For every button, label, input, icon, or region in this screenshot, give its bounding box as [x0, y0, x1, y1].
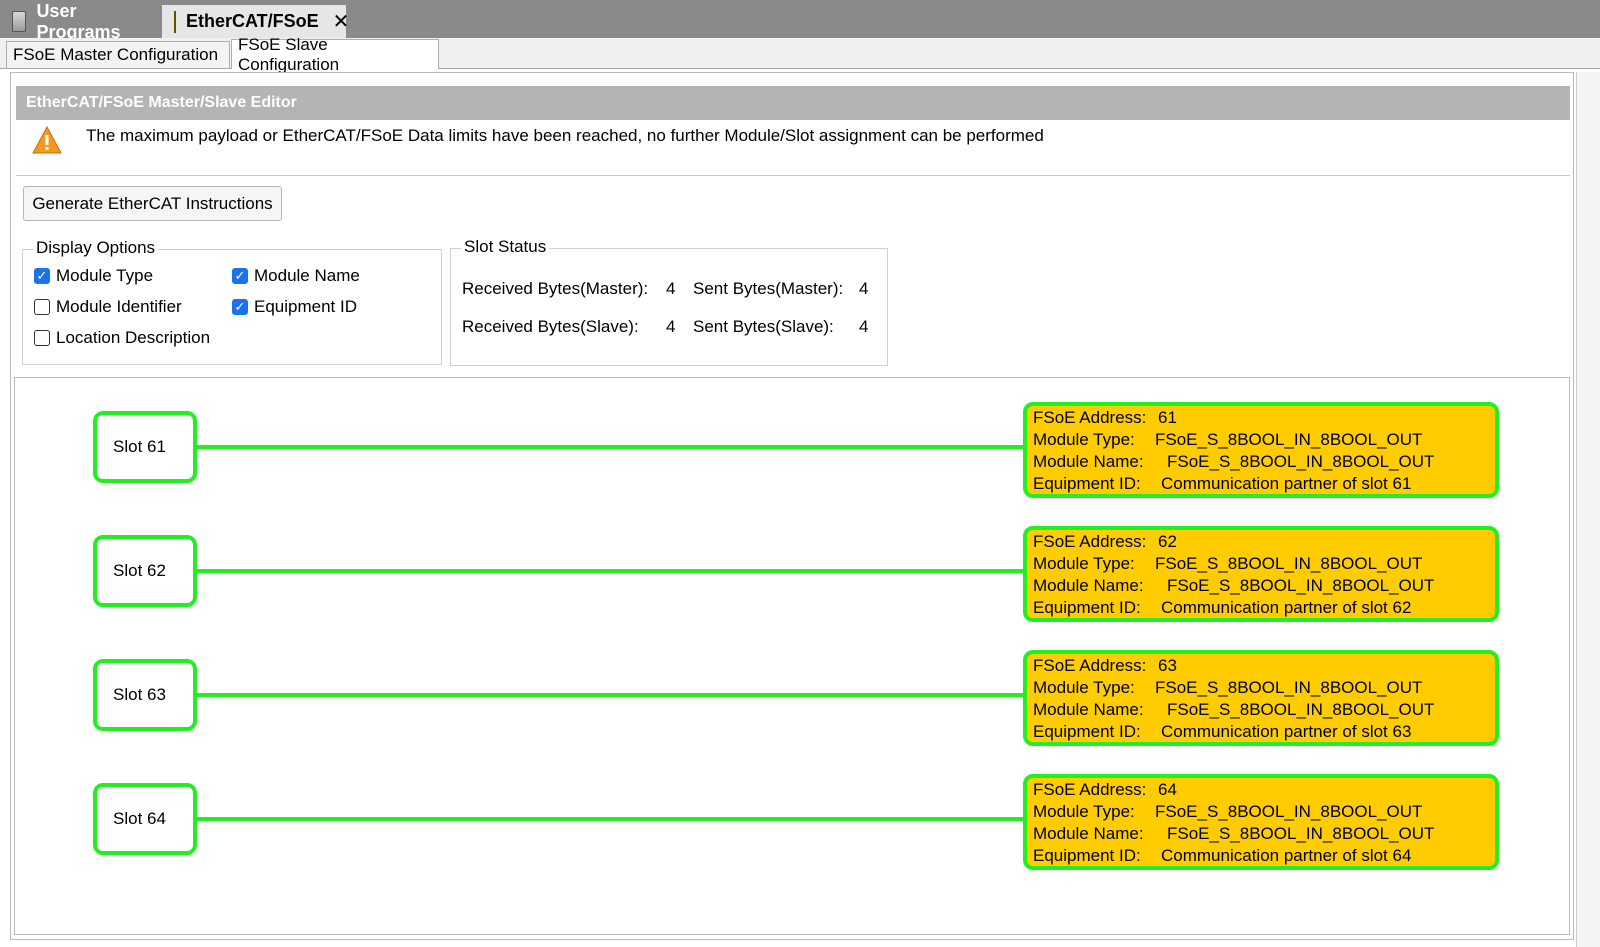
checkbox-equipment-id-label: Equipment ID — [254, 297, 357, 316]
checkbox-unchecked-icon[interactable] — [34, 330, 50, 346]
slot-node[interactable]: Slot 61 — [93, 411, 197, 483]
equipment-id-value: Communication partner of slot 61 — [1161, 474, 1412, 493]
slot-status-group: Slot Status Received Bytes(Master): 4 Se… — [450, 237, 888, 366]
module-name-value: FSoE_S_8BOOL_IN_8BOOL_OUT — [1167, 452, 1435, 471]
equipment-id-label: Equipment ID: — [1033, 474, 1141, 493]
checkbox-equipment-id[interactable]: ✓ Equipment ID — [232, 297, 357, 317]
fsoe-address-label: FSoE Address: — [1033, 656, 1147, 675]
module-type-value: FSoE_S_8BOOL_IN_8BOOL_OUT — [1155, 802, 1423, 821]
sent-bytes-master-value: 4 — [859, 279, 869, 298]
tab-fsoe-slave-configuration[interactable]: FSoE Slave Configuration — [231, 35, 439, 74]
generate-ethercat-instructions-button[interactable]: Generate EtherCAT Instructions — [23, 186, 282, 221]
fsoe-address-label: FSoE Address: — [1033, 780, 1147, 799]
tab-ethercat-fsoe-label: EtherCAT/FSoE — [186, 11, 319, 31]
warning-message: The maximum payload or EtherCAT/FSoE Dat… — [86, 126, 1044, 145]
right-side-panel[interactable] — [1576, 72, 1600, 947]
checkbox-module-name-label: Module Name — [254, 266, 360, 285]
slot-node[interactable]: Slot 64 — [93, 783, 197, 855]
fsoe-address-label: FSoE Address: — [1033, 408, 1147, 427]
close-icon[interactable]: ✕ — [333, 9, 350, 34]
warning-banner: The maximum payload or EtherCAT/FSoE Dat… — [16, 120, 1570, 176]
module-type-label: Module Type: — [1033, 554, 1135, 573]
fsoe-address-label: FSoE Address: — [1033, 532, 1147, 551]
checkbox-module-type[interactable]: ✓ Module Type — [34, 266, 153, 286]
checkbox-module-identifier-label: Module Identifier — [56, 297, 182, 316]
module-name-value: FSoE_S_8BOOL_IN_8BOOL_OUT — [1167, 824, 1435, 843]
module-type-label: Module Type: — [1033, 802, 1135, 821]
checkbox-module-identifier[interactable]: Module Identifier — [34, 297, 182, 317]
module-name-label: Module Name: — [1033, 576, 1144, 595]
fsoe-address-value: 61 — [1158, 408, 1177, 427]
tab-user-programs-label: User Programs — [36, 0, 121, 42]
slot-connection-line — [197, 693, 1039, 697]
communication-partner-node[interactable]: FSoE Address: 61 Module Type: FSoE_S_8BOOL… — [1023, 402, 1499, 498]
editor-title: EtherCAT/FSoE Master/Slave Editor — [16, 86, 1570, 120]
slot-node[interactable]: Slot 63 — [93, 659, 197, 731]
checkbox-unchecked-icon[interactable] — [34, 299, 50, 315]
slot-status-title: Slot Status — [461, 237, 550, 257]
checkbox-location-description-label: Location Description — [56, 328, 211, 347]
received-bytes-slave-value: 4 — [666, 317, 676, 336]
module-name-label: Module Name: — [1033, 824, 1144, 843]
checkbox-module-name[interactable]: ✓ Module Name — [232, 266, 360, 286]
received-bytes-slave-label: Received Bytes(Slave): — [462, 317, 639, 336]
warning-icon — [32, 126, 62, 154]
tab-fsoe-master-configuration[interactable]: FSoE Master Configuration — [6, 41, 230, 68]
module-name-value: FSoE_S_8BOOL_IN_8BOOL_OUT — [1167, 700, 1435, 719]
equipment-id-value: Communication partner of slot 64 — [1161, 846, 1412, 865]
sent-bytes-slave-value: 4 — [859, 317, 869, 336]
equipment-id-label: Equipment ID: — [1033, 598, 1141, 617]
checkbox-checked-icon[interactable]: ✓ — [232, 268, 248, 284]
ethercat-icon — [174, 10, 176, 33]
fsoe-address-value: 62 — [1158, 532, 1177, 551]
program-icon — [12, 11, 27, 32]
checkbox-location-description[interactable]: Location Description — [34, 328, 210, 348]
module-type-label: Module Type: — [1033, 430, 1135, 449]
slot-connection-line — [197, 817, 1039, 821]
slot-connection-line — [197, 445, 1039, 449]
module-type-value: FSoE_S_8BOOL_IN_8BOOL_OUT — [1155, 678, 1423, 697]
module-type-label: Module Type: — [1033, 678, 1135, 697]
checkbox-module-type-label: Module Type — [56, 266, 154, 285]
equipment-id-value: Communication partner of slot 63 — [1161, 722, 1412, 741]
module-name-value: FSoE_S_8BOOL_IN_8BOOL_OUT — [1167, 576, 1435, 595]
received-bytes-master-value: 4 — [666, 279, 676, 298]
editor-tab-bar: User Programs EtherCAT/FSoE ✕ — [0, 0, 1600, 42]
tab-ethercat-fsoe[interactable]: EtherCAT/FSoE ✕ — [162, 5, 349, 38]
communication-partner-node[interactable]: FSoE Address: 62 Module Type: FSoE_S_8BOOL… — [1023, 526, 1499, 622]
slot-connection-line — [197, 569, 1039, 573]
received-bytes-master-label: Received Bytes(Master): — [462, 279, 649, 298]
slot-node[interactable]: Slot 62 — [93, 535, 197, 607]
communication-partner-node[interactable]: FSoE Address: 63 Module Type: FSoE_S_8BOOL… — [1023, 650, 1499, 746]
config-tab-bar: FSoE Master Configuration FSoE Slave Con… — [0, 35, 1600, 74]
checkbox-checked-icon[interactable]: ✓ — [34, 268, 50, 284]
sent-bytes-master-label: Sent Bytes(Master): — [693, 279, 844, 298]
display-options-title: Display Options — [33, 238, 159, 258]
equipment-id-label: Equipment ID: — [1033, 846, 1141, 865]
slot-diagram-canvas[interactable]: Slot 61 FSoE Address: 61 Module Type: FSoE… — [14, 377, 1570, 935]
fsoe-address-value: 63 — [1158, 656, 1177, 675]
module-type-value: FSoE_S_8BOOL_IN_8BOOL_OUT — [1155, 554, 1423, 573]
module-name-label: Module Name: — [1033, 700, 1144, 719]
equipment-id-label: Equipment ID: — [1033, 722, 1141, 741]
checkbox-checked-icon[interactable]: ✓ — [232, 299, 248, 315]
display-options-group: Display Options ✓ Module Type ✓ Module N… — [22, 238, 442, 365]
module-name-label: Module Name: — [1033, 452, 1144, 471]
equipment-id-value: Communication partner of slot 62 — [1161, 598, 1412, 617]
tab-user-programs[interactable]: User Programs — [0, 1, 160, 42]
fsoe-address-value: 64 — [1158, 780, 1177, 799]
sent-bytes-slave-label: Sent Bytes(Slave): — [693, 317, 834, 336]
module-type-value: FSoE_S_8BOOL_IN_8BOOL_OUT — [1155, 430, 1423, 449]
communication-partner-node[interactable]: FSoE Address: 64 Module Type: FSoE_S_8BOOL… — [1023, 774, 1499, 870]
